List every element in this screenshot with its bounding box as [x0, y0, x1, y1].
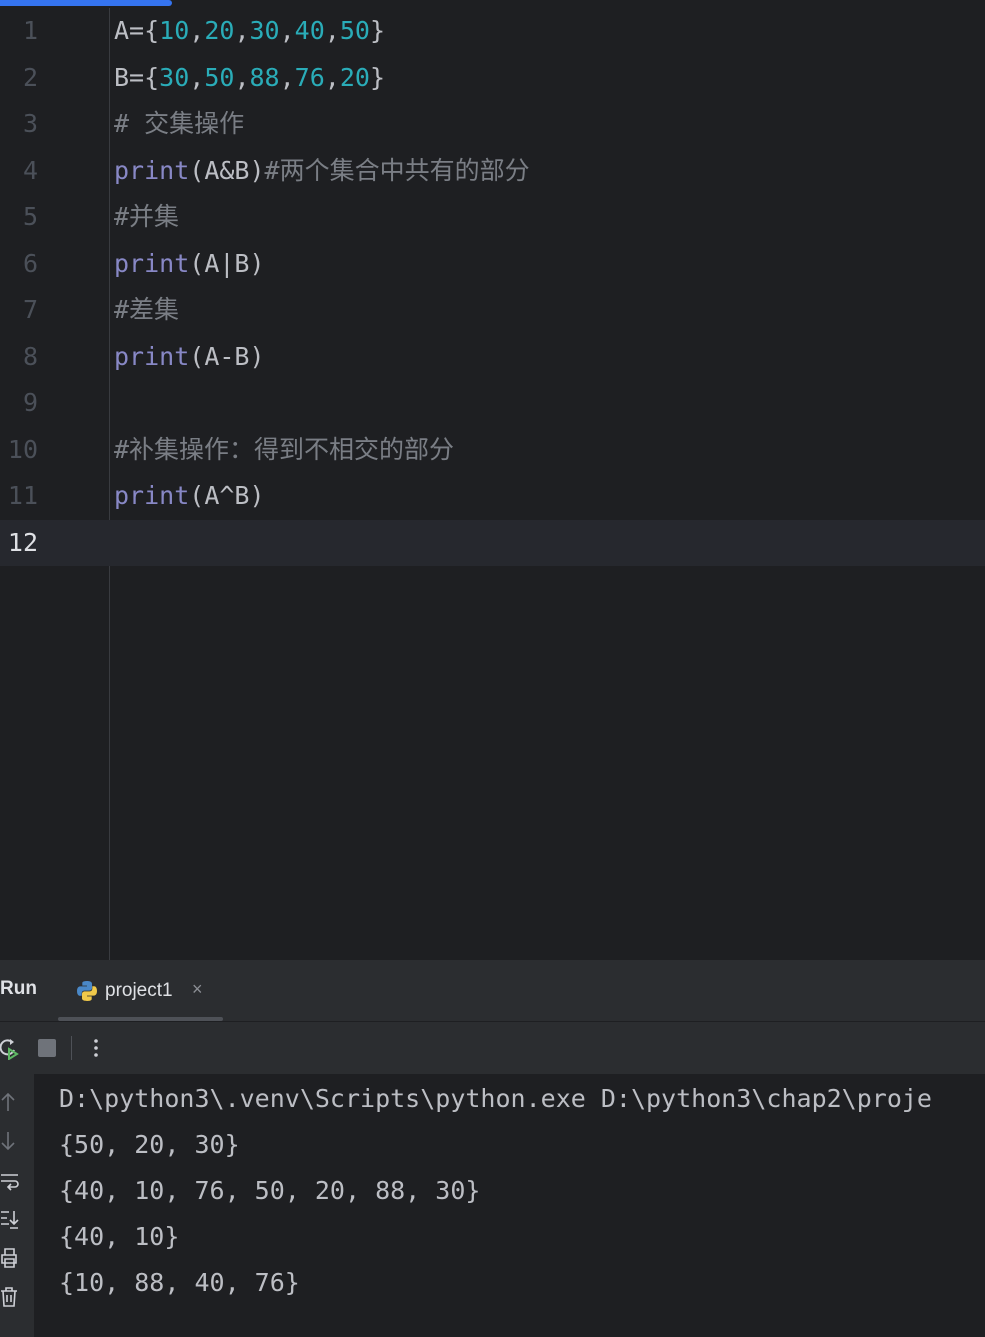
- run-tool-window-header: Run project1 ×: [0, 960, 985, 1022]
- code-line-2[interactable]: 2 B={30,50,88,76,20}: [0, 55, 985, 101]
- scroll-to-end-icon[interactable]: [0, 1208, 22, 1230]
- stop-icon[interactable]: [35, 1036, 59, 1060]
- line-number: 8: [22, 341, 38, 371]
- code-text[interactable]: print(A|B): [114, 241, 265, 287]
- code-text[interactable]: print(A^B): [114, 473, 265, 519]
- code-text[interactable]: #并集: [114, 194, 179, 240]
- console-side-toolbar: [0, 1074, 34, 1337]
- toolbar-separator: [71, 1036, 72, 1060]
- console-line-output: {50, 20, 30}: [59, 1130, 240, 1159]
- code-line-7[interactable]: 7 #差集: [0, 287, 985, 333]
- code-line-4[interactable]: 4 print(A&B)#两个集合中共有的部分: [0, 148, 985, 194]
- scroll-up-icon[interactable]: [0, 1091, 22, 1113]
- line-number: 2: [22, 62, 38, 92]
- code-line-6[interactable]: 6 print(A|B): [0, 241, 985, 287]
- code-line-11[interactable]: 11 print(A^B): [0, 473, 985, 519]
- soft-wrap-icon[interactable]: [0, 1170, 22, 1192]
- line-number: 12: [7, 527, 38, 557]
- line-number: 5: [22, 202, 38, 231]
- tab-label: project1: [105, 980, 173, 1001]
- run-toolbar: [0, 1022, 985, 1074]
- trash-icon[interactable]: [0, 1286, 22, 1308]
- line-number: 10: [7, 434, 38, 464]
- code-line-5[interactable]: 5 #并集: [0, 194, 985, 240]
- code-line-1[interactable]: 1 A={10,20,30,40,50}: [0, 8, 985, 54]
- line-number: 11: [7, 481, 38, 510]
- console-line-output: {10, 88, 40, 76}: [59, 1268, 300, 1297]
- code-text[interactable]: B={30,50,88,76,20}: [114, 55, 385, 101]
- scroll-down-icon[interactable]: [0, 1130, 22, 1152]
- code-line-12-current[interactable]: 12: [0, 519, 985, 566]
- line-number: 9: [22, 388, 38, 417]
- selected-tab-underline: [58, 1017, 223, 1021]
- code-text[interactable]: print(A-B): [114, 334, 265, 380]
- console-output[interactable]: D:\python3\.venv\Scripts\python.exe D:\p…: [34, 1074, 985, 1337]
- active-tab-indicator: [0, 0, 172, 6]
- rerun-icon[interactable]: [0, 1036, 21, 1060]
- line-number: 6: [22, 248, 38, 278]
- console-line-output: {40, 10, 76, 50, 20, 88, 30}: [59, 1176, 481, 1205]
- code-text[interactable]: #补集操作：得到不相交的部分: [114, 427, 454, 473]
- code-text[interactable]: # 交集操作: [114, 101, 244, 147]
- code-text[interactable]: print(A&B)#两个集合中共有的部分: [114, 148, 530, 194]
- python-file-icon: [77, 981, 97, 1001]
- code-editor[interactable]: 1 A={10,20,30,40,50} 2 B={30,50,88,76,20…: [0, 8, 985, 960]
- close-icon[interactable]: ×: [192, 979, 203, 1000]
- code-line-3[interactable]: 3 # 交集操作: [0, 101, 985, 147]
- line-number: 7: [22, 295, 38, 324]
- code-line-9[interactable]: 9: [0, 380, 985, 426]
- console-line-output: {40, 10}: [59, 1222, 180, 1251]
- code-text[interactable]: A={10,20,30,40,50}: [114, 8, 385, 54]
- line-number: 4: [22, 155, 38, 185]
- run-tab-project1[interactable]: project1 ×: [58, 960, 223, 1021]
- run-panel-title: Run: [0, 978, 37, 999]
- code-line-10[interactable]: 10 #补集操作：得到不相交的部分: [0, 427, 985, 473]
- line-number: 3: [22, 109, 38, 138]
- more-options-icon[interactable]: [84, 1036, 108, 1060]
- print-icon[interactable]: [0, 1247, 22, 1269]
- line-number: 1: [22, 16, 38, 45]
- console-line-command: D:\python3\.venv\Scripts\python.exe D:\p…: [59, 1084, 932, 1113]
- code-line-8[interactable]: 8 print(A-B): [0, 334, 985, 380]
- code-text[interactable]: #差集: [114, 287, 179, 333]
